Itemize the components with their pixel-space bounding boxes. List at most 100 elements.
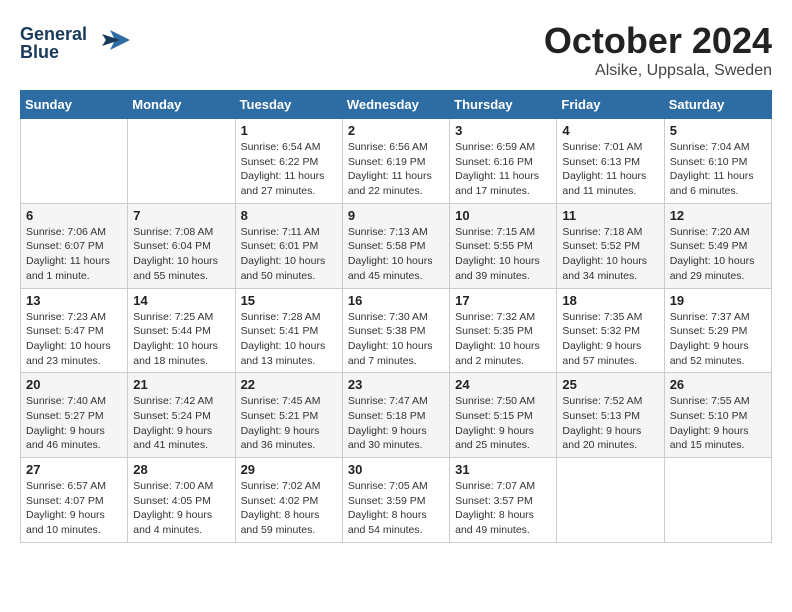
day-cell: 21 Sunrise: 7:42 AM Sunset: 5:24 PM Dayli… xyxy=(128,373,235,458)
week-row-4: 20 Sunrise: 7:40 AM Sunset: 5:27 PM Dayli… xyxy=(21,373,772,458)
day-number: 1 xyxy=(241,123,337,138)
day-info: Sunrise: 7:55 AM Sunset: 5:10 PM Dayligh… xyxy=(670,394,766,453)
day-info: Sunrise: 7:06 AM Sunset: 6:07 PM Dayligh… xyxy=(26,225,122,284)
day-info: Sunrise: 7:30 AM Sunset: 5:38 PM Dayligh… xyxy=(348,310,444,369)
week-row-1: 1 Sunrise: 6:54 AM Sunset: 6:22 PM Daylig… xyxy=(21,119,772,204)
day-cell xyxy=(128,119,235,204)
day-info: Sunrise: 7:42 AM Sunset: 5:24 PM Dayligh… xyxy=(133,394,229,453)
day-number: 14 xyxy=(133,293,229,308)
week-row-3: 13Sunrise: 7:23 AM Sunset: 5:47 PM Dayli… xyxy=(21,288,772,373)
day-number: 8 xyxy=(241,208,337,223)
weekday-header-sunday: Sunday xyxy=(21,91,128,119)
day-cell: 18 Sunrise: 7:35 AM Sunset: 5:32 PM Dayli… xyxy=(557,288,664,373)
location: Alsike, Uppsala, Sweden xyxy=(544,62,772,80)
day-cell: 16 Sunrise: 7:30 AM Sunset: 5:38 PM Dayli… xyxy=(342,288,449,373)
day-cell xyxy=(21,119,128,204)
week-row-5: 27 Sunrise: 6:57 AM Sunset: 4:07 PM Dayli… xyxy=(21,458,772,543)
day-info: Sunrise: 7:02 AM Sunset: 4:02 PM Dayligh… xyxy=(241,479,337,538)
day-info: Sunrise: 6:59 AM Sunset: 6:16 PM Dayligh… xyxy=(455,140,551,199)
day-info: Sunrise: 7:08 AM Sunset: 6:04 PM Dayligh… xyxy=(133,225,229,284)
day-number: 19 xyxy=(670,293,766,308)
month-title: October 2024 xyxy=(544,20,772,62)
day-cell: 10 Sunrise: 7:15 AM Sunset: 5:55 PM Dayli… xyxy=(450,203,557,288)
day-cell: 30 Sunrise: 7:05 AM Sunset: 3:59 PM Dayli… xyxy=(342,458,449,543)
week-row-2: 6 Sunrise: 7:06 AM Sunset: 6:07 PM Daylig… xyxy=(21,203,772,288)
day-info: Sunrise: 7:50 AM Sunset: 5:15 PM Dayligh… xyxy=(455,394,551,453)
day-info: Sunrise: 7:32 AM Sunset: 5:35 PM Dayligh… xyxy=(455,310,551,369)
day-info: Sunrise: 6:57 AM Sunset: 4:07 PM Dayligh… xyxy=(26,479,122,538)
day-cell: 11Sunrise: 7:18 AM Sunset: 5:52 PM Dayli… xyxy=(557,203,664,288)
day-number: 17 xyxy=(455,293,551,308)
day-number: 29 xyxy=(241,462,337,477)
day-number: 5 xyxy=(670,123,766,138)
day-cell xyxy=(557,458,664,543)
weekday-header-friday: Friday xyxy=(557,91,664,119)
day-info: Sunrise: 6:56 AM Sunset: 6:19 PM Dayligh… xyxy=(348,140,444,199)
day-cell: 2 Sunrise: 6:56 AM Sunset: 6:19 PM Daylig… xyxy=(342,119,449,204)
day-number: 24 xyxy=(455,377,551,392)
day-number: 2 xyxy=(348,123,444,138)
day-number: 27 xyxy=(26,462,122,477)
day-info: Sunrise: 7:28 AM Sunset: 5:41 PM Dayligh… xyxy=(241,310,337,369)
day-cell: 26 Sunrise: 7:55 AM Sunset: 5:10 PM Dayli… xyxy=(664,373,771,458)
svg-text:Blue: Blue xyxy=(20,42,59,62)
day-number: 25 xyxy=(562,377,658,392)
day-cell: 8 Sunrise: 7:11 AM Sunset: 6:01 PM Daylig… xyxy=(235,203,342,288)
day-number: 22 xyxy=(241,377,337,392)
day-number: 20 xyxy=(26,377,122,392)
svg-text:General: General xyxy=(20,24,87,44)
day-number: 31 xyxy=(455,462,551,477)
day-cell: 9Sunrise: 7:13 AM Sunset: 5:58 PM Daylig… xyxy=(342,203,449,288)
day-info: Sunrise: 7:47 AM Sunset: 5:18 PM Dayligh… xyxy=(348,394,444,453)
day-number: 21 xyxy=(133,377,229,392)
day-cell: 17 Sunrise: 7:32 AM Sunset: 5:35 PM Dayli… xyxy=(450,288,557,373)
day-info: Sunrise: 7:07 AM Sunset: 3:57 PM Dayligh… xyxy=(455,479,551,538)
day-info: Sunrise: 7:40 AM Sunset: 5:27 PM Dayligh… xyxy=(26,394,122,453)
day-number: 10 xyxy=(455,208,551,223)
day-cell: 1 Sunrise: 6:54 AM Sunset: 6:22 PM Daylig… xyxy=(235,119,342,204)
day-info: Sunrise: 7:05 AM Sunset: 3:59 PM Dayligh… xyxy=(348,479,444,538)
day-info: Sunrise: 7:25 AM Sunset: 5:44 PM Dayligh… xyxy=(133,310,229,369)
day-number: 26 xyxy=(670,377,766,392)
day-info: Sunrise: 7:11 AM Sunset: 6:01 PM Dayligh… xyxy=(241,225,337,284)
day-info: Sunrise: 7:52 AM Sunset: 5:13 PM Dayligh… xyxy=(562,394,658,453)
day-cell: 7 Sunrise: 7:08 AM Sunset: 6:04 PM Daylig… xyxy=(128,203,235,288)
day-number: 7 xyxy=(133,208,229,223)
weekday-header-tuesday: Tuesday xyxy=(235,91,342,119)
day-info: Sunrise: 7:35 AM Sunset: 5:32 PM Dayligh… xyxy=(562,310,658,369)
day-cell: 20 Sunrise: 7:40 AM Sunset: 5:27 PM Dayli… xyxy=(21,373,128,458)
title-block: October 2024 Alsike, Uppsala, Sweden xyxy=(544,20,772,80)
day-info: Sunrise: 7:45 AM Sunset: 5:21 PM Dayligh… xyxy=(241,394,337,453)
day-info: Sunrise: 6:54 AM Sunset: 6:22 PM Dayligh… xyxy=(241,140,337,199)
day-cell: 27 Sunrise: 6:57 AM Sunset: 4:07 PM Dayli… xyxy=(21,458,128,543)
logo: General Blue xyxy=(20,20,130,70)
day-number: 30 xyxy=(348,462,444,477)
day-number: 6 xyxy=(26,208,122,223)
day-cell: 24 Sunrise: 7:50 AM Sunset: 5:15 PM Dayli… xyxy=(450,373,557,458)
day-info: Sunrise: 7:18 AM Sunset: 5:52 PM Dayligh… xyxy=(562,225,658,284)
day-info: Sunrise: 7:15 AM Sunset: 5:55 PM Dayligh… xyxy=(455,225,551,284)
day-cell: 14 Sunrise: 7:25 AM Sunset: 5:44 PM Dayli… xyxy=(128,288,235,373)
day-cell: 25 Sunrise: 7:52 AM Sunset: 5:13 PM Dayli… xyxy=(557,373,664,458)
logo-text: General Blue xyxy=(20,20,130,70)
day-number: 16 xyxy=(348,293,444,308)
day-number: 18 xyxy=(562,293,658,308)
day-cell: 19Sunrise: 7:37 AM Sunset: 5:29 PM Dayli… xyxy=(664,288,771,373)
day-number: 4 xyxy=(562,123,658,138)
day-info: Sunrise: 7:20 AM Sunset: 5:49 PM Dayligh… xyxy=(670,225,766,284)
weekday-header-thursday: Thursday xyxy=(450,91,557,119)
day-number: 12 xyxy=(670,208,766,223)
weekday-header-row: SundayMondayTuesdayWednesdayThursdayFrid… xyxy=(21,91,772,119)
day-number: 28 xyxy=(133,462,229,477)
day-info: Sunrise: 7:04 AM Sunset: 6:10 PM Dayligh… xyxy=(670,140,766,199)
day-info: Sunrise: 7:01 AM Sunset: 6:13 PM Dayligh… xyxy=(562,140,658,199)
weekday-header-monday: Monday xyxy=(128,91,235,119)
day-number: 3 xyxy=(455,123,551,138)
day-number: 9 xyxy=(348,208,444,223)
day-cell: 22 Sunrise: 7:45 AM Sunset: 5:21 PM Dayli… xyxy=(235,373,342,458)
page-header: General Blue October 2024 Alsike, Uppsal… xyxy=(20,20,772,80)
day-number: 23 xyxy=(348,377,444,392)
day-cell: 4 Sunrise: 7:01 AM Sunset: 6:13 PM Daylig… xyxy=(557,119,664,204)
day-cell: 3 Sunrise: 6:59 AM Sunset: 6:16 PM Daylig… xyxy=(450,119,557,204)
day-info: Sunrise: 7:00 AM Sunset: 4:05 PM Dayligh… xyxy=(133,479,229,538)
